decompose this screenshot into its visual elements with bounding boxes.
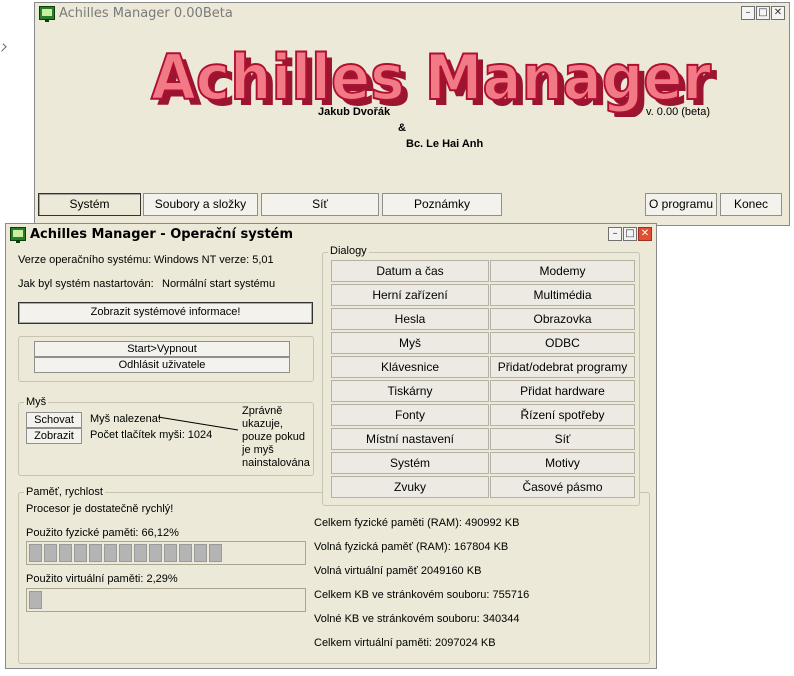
- mouse-note-line: je myš: [242, 444, 274, 456]
- mouse-note-line: nainstalována: [242, 457, 310, 469]
- progress-segment: [149, 544, 162, 562]
- dialog-passwords-button[interactable]: Hesla: [331, 308, 489, 330]
- progress-segment: [134, 544, 147, 562]
- virtual-memory-progress: [26, 588, 306, 612]
- show-mouse-button[interactable]: Zobrazit: [26, 428, 82, 444]
- progress-segment: [74, 544, 87, 562]
- dialog-add-hardware-button[interactable]: Přidat hardware: [490, 380, 635, 402]
- exit-button[interactable]: Konec: [720, 193, 782, 216]
- dialog-multimedia-button[interactable]: Multimédia: [490, 284, 635, 306]
- maximize-icon[interactable]: □: [756, 6, 770, 20]
- version-label: v. 0.00 (beta): [646, 106, 710, 118]
- physical-memory-label: Použito fyzické paměti: 66,12%: [26, 527, 179, 539]
- main-window: Achilles Manager 0.00Beta – □ ✕ Achilles…: [34, 2, 790, 226]
- cpu-status: Procesor je dostatečně rychlý!: [26, 503, 174, 515]
- minimize-icon[interactable]: –: [608, 227, 622, 241]
- mouse-found-text: Myš nalezena!: [90, 413, 161, 425]
- os-window-title: Achilles Manager - Operační systém: [30, 226, 294, 242]
- dialog-modems-button[interactable]: Modemy: [490, 260, 635, 282]
- mouse-group-label: Myš: [24, 396, 49, 408]
- dialog-power-button[interactable]: Řízení spotřeby: [490, 404, 635, 426]
- progress-segment: [29, 544, 42, 562]
- progress-segment: [104, 544, 117, 562]
- dialog-fonts-button[interactable]: Fonty: [331, 404, 489, 426]
- dialog-regional-button[interactable]: Místní nastavení: [331, 428, 489, 450]
- dialog-themes-button[interactable]: Motivy: [490, 452, 635, 474]
- progress-segment: [194, 544, 207, 562]
- os-titlebar[interactable]: Achilles Manager - Operační systém – □ ✕: [6, 224, 656, 244]
- menu-system-button[interactable]: Systém: [38, 193, 141, 216]
- menu-files-button[interactable]: Soubory a složky: [143, 193, 258, 216]
- progress-segment: [59, 544, 72, 562]
- logo-text: Achilles Manager: [151, 41, 711, 114]
- stat-free-virtual: Volná virtuální paměť 2049160 KB: [314, 565, 482, 577]
- virtual-memory-label: Použito virtuální paměti: 2,29%: [26, 573, 178, 585]
- main-window-title: Achilles Manager 0.00Beta: [59, 5, 233, 21]
- app-logo: Achilles Manager Achilles Manager: [150, 40, 717, 117]
- os-version-value: Windows NT verze: 5,01: [154, 254, 274, 266]
- os-version-label: Verze operačního systému:: [18, 254, 152, 266]
- app-icon: [10, 227, 26, 243]
- dialog-sounds-button[interactable]: Zvuky: [331, 476, 489, 498]
- stat-total-virtual: Celkem virtuální paměti: 2097024 KB: [314, 637, 496, 649]
- author-1: Jakub Dvořák: [318, 106, 391, 118]
- close-icon[interactable]: ✕: [638, 227, 652, 241]
- progress-segment: [164, 544, 177, 562]
- stat-total-pagefile: Celkem KB ve stránkovém souboru: 755716: [314, 589, 530, 601]
- progress-segment: [89, 544, 102, 562]
- note-pointer-line: [157, 416, 239, 431]
- stat-free-pagefile: Volné KB ve stránkovém souboru: 340344: [314, 613, 520, 625]
- os-window: Achilles Manager - Operační systém – □ ✕…: [5, 223, 657, 669]
- dialog-mouse-button[interactable]: Myš: [331, 332, 489, 354]
- dialog-network-button[interactable]: Síť: [490, 428, 635, 450]
- physical-memory-progress: [26, 541, 306, 565]
- mouse-note: Zprávně ukazuje, pouze pokud je myš nain…: [242, 405, 310, 470]
- menu-notes-button[interactable]: Poznámky: [382, 193, 502, 216]
- boot-value: Normální start systému: [162, 278, 276, 290]
- dialog-printers-button[interactable]: Tiskárny: [331, 380, 489, 402]
- progress-segment: [179, 544, 192, 562]
- ampersand: &: [398, 122, 406, 134]
- close-icon[interactable]: ✕: [771, 6, 785, 20]
- boot-label: Jak byl systém nastartován:: [18, 278, 154, 290]
- edge-mark: [0, 43, 7, 52]
- logoff-button[interactable]: Odhlásit uživatele: [34, 357, 290, 373]
- stat-free-physical: Volná fyzická paměť (RAM): 167804 KB: [314, 541, 509, 553]
- maximize-icon[interactable]: □: [623, 227, 637, 241]
- progress-segment: [209, 544, 222, 562]
- mouse-note-line: ukazuje,: [242, 418, 283, 430]
- author-2: Bc. Le Hai Anh: [406, 138, 484, 150]
- dialog-game-controllers-button[interactable]: Herní zařízení: [331, 284, 489, 306]
- app-icon: [39, 6, 55, 22]
- main-titlebar[interactable]: Achilles Manager 0.00Beta – □ ✕: [35, 3, 789, 23]
- progress-segment: [29, 591, 42, 609]
- memory-group-label: Paměť, rychlost: [24, 486, 105, 498]
- menu-network-button[interactable]: Síť: [261, 193, 379, 216]
- dialog-display-button[interactable]: Obrazovka: [490, 308, 635, 330]
- shutdown-button[interactable]: Start>Vypnout: [34, 341, 290, 357]
- hide-mouse-button[interactable]: Schovat: [26, 412, 82, 428]
- stat-total-physical: Celkem fyzické paměti (RAM): 490992 KB: [314, 517, 520, 529]
- about-button[interactable]: O programu: [645, 193, 717, 216]
- dialogs-group-label: Dialogy: [328, 245, 369, 257]
- mouse-note-line: pouze pokud: [242, 431, 305, 443]
- dialog-add-remove-programs-button[interactable]: Přidat/odebrat programy: [490, 356, 635, 378]
- dialog-timezone-button[interactable]: Časové pásmo: [490, 476, 635, 498]
- show-system-info-button[interactable]: Zobrazit systémové informace!: [18, 302, 313, 324]
- mouse-note-line: Zprávně: [242, 405, 283, 417]
- dialog-odbc-button[interactable]: ODBC: [490, 332, 635, 354]
- dialog-keyboard-button[interactable]: Klávesnice: [331, 356, 489, 378]
- dialog-system-button[interactable]: Systém: [331, 452, 489, 474]
- dialog-datetime-button[interactable]: Datum a čas: [331, 260, 489, 282]
- minimize-icon[interactable]: –: [741, 6, 755, 20]
- progress-segment: [44, 544, 57, 562]
- progress-segment: [119, 544, 132, 562]
